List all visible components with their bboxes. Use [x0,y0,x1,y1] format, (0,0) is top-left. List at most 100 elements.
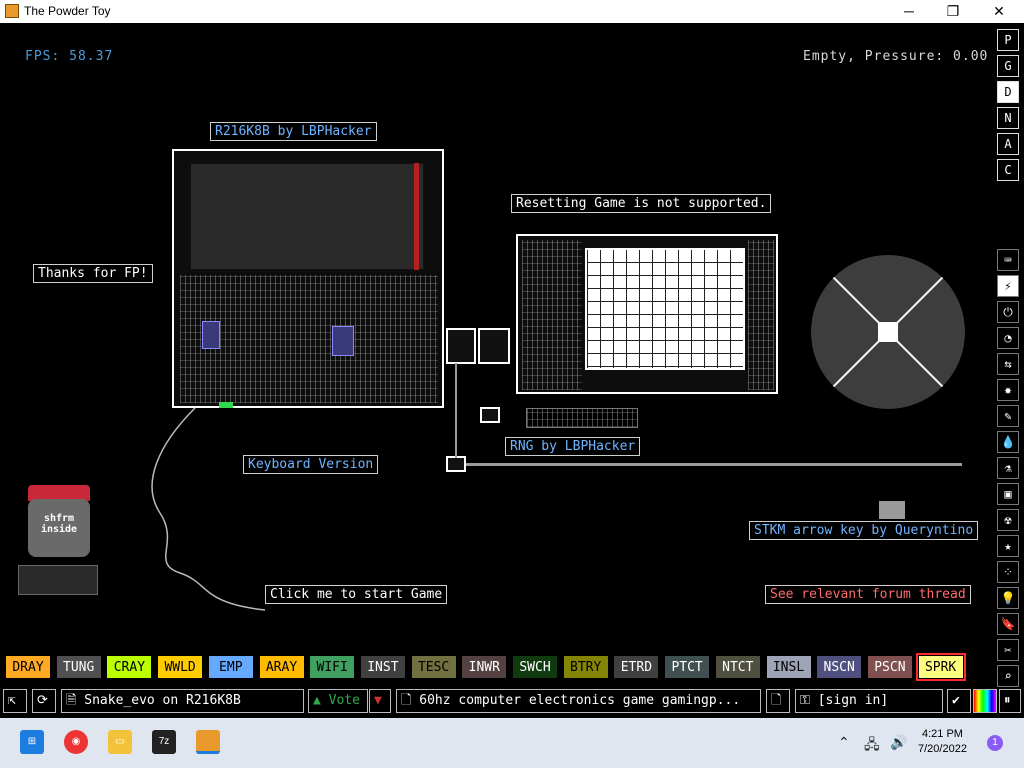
save-name: Snake_evo on R216K8B [84,693,241,708]
element-button-ntct[interactable]: NTCT [714,655,761,679]
volume-icon[interactable]: 🔊 [890,734,907,751]
chrome-icon[interactable]: ◉ [64,730,88,754]
keyboard-icon[interactable]: ⌨ [997,249,1019,271]
sign-resetting[interactable]: Resetting Game is not supported. [511,194,772,213]
menu-button-c[interactable]: C [997,159,1019,181]
menu-button-g[interactable]: G [997,55,1019,77]
bulb-icon[interactable]: 💡 [997,587,1019,609]
element-button-ptct[interactable]: PTCT [664,655,711,679]
sign-in-button[interactable]: ⚿ [sign in] [795,689,943,713]
maximize-button[interactable]: ❐ [930,0,976,23]
gauge-icon[interactable]: ◔ [997,327,1019,349]
network-icon[interactable]: 🖧 [864,734,880,758]
element-button-tesc[interactable]: TESC [410,655,457,679]
wire-horizontal [466,463,962,466]
thumbs-up-icon: ▲ [313,693,321,708]
dpad-hub [878,322,898,342]
key-icon: ⚿ [800,693,810,708]
save-name-button[interactable]: 🗎 Snake_evo on R216K8B [61,689,304,713]
stickman-figure [879,501,905,519]
vote-down-button[interactable]: ▼ [369,689,391,713]
save-tags: 60hz computer electronics game gamingp..… [419,693,741,708]
arrows-icon[interactable]: ⇆ [997,353,1019,375]
open-save-icon[interactable]: ⇱ [3,689,27,713]
element-button-etrd[interactable]: ETRD [613,655,660,679]
sign-forum-thread[interactable]: See relevant forum thread [765,585,971,604]
chevron-up-icon[interactable]: ⌃ [838,734,850,751]
settings-icon[interactable]: ✔ [947,689,971,713]
connector-node [446,328,476,364]
tools-icon[interactable]: ✂ [997,639,1019,661]
element-button-emp[interactable]: EMP [207,655,254,679]
sign-thanks[interactable]: Thanks for FP! [33,264,153,283]
explosion-icon[interactable]: ✸ [997,379,1019,401]
element-button-wwld[interactable]: WWLD [157,655,204,679]
wire-vertical [455,363,457,458]
element-button-btry[interactable]: BTRY [562,655,609,679]
r216-computer-board [172,149,444,408]
menu-button-a[interactable]: A [997,133,1019,155]
element-button-insl[interactable]: INSL [765,655,812,679]
element-button-aray[interactable]: ARAY [258,655,305,679]
window-title-bar: The Powder Toy ─ ❐ ✕ [0,0,1024,23]
windows-start-icon[interactable]: ⊞ [20,730,44,754]
notification-badge[interactable]: 1 [987,735,1003,751]
sign-in-label: [sign in] [817,693,889,708]
sign-stkm[interactable]: STKM arrow key by Queryntino [749,521,979,540]
sign-click-start[interactable]: Click me to start Game [265,585,448,604]
vote-up-button[interactable]: ▲ Vote [308,689,368,713]
sign-rng[interactable]: RNG by LBPHacker [505,437,641,456]
menu-button-p[interactable]: P [997,29,1019,51]
menu-button-n[interactable]: N [997,107,1019,129]
element-button-inst[interactable]: INST [359,655,406,679]
element-button-dray[interactable]: DRAY [5,655,51,679]
flask-icon[interactable]: ⚗ [997,457,1019,479]
7zip-icon[interactable]: 7z [152,730,176,754]
game-display-board [516,234,778,394]
tags-button[interactable]: 🗋 60hz computer electronics game gamingp… [396,689,761,713]
power-icon[interactable]: ⏻ [997,301,1019,323]
element-button-inwr[interactable]: INWR [461,655,508,679]
drop-icon[interactable]: 💧 [997,431,1019,453]
search-icon[interactable]: ⌕ [997,665,1019,687]
square-icon[interactable]: ▣ [997,483,1019,505]
menu-button-d[interactable]: D [997,81,1019,103]
new-simulation-icon[interactable]: 🗋 [766,689,790,713]
brush-icon[interactable]: ✎ [997,405,1019,427]
logo-text: shfrm inside [28,499,90,557]
sign-r216[interactable]: R216K8B by LBPHacker [210,122,377,141]
window-title: The Powder Toy [24,4,111,18]
element-button-cray[interactable]: CRAY [106,655,153,679]
cable-wire [151,407,266,611]
radiation-icon[interactable]: ☢ [997,509,1019,531]
connector-node [480,407,500,423]
file-explorer-icon[interactable]: ▭ [108,730,132,754]
r216-chip-right [332,326,354,356]
bookmark-icon[interactable]: 🔖 [997,613,1019,635]
display-mode-icon[interactable] [973,689,997,713]
fps-counter: FPS: 58.37 [25,49,114,64]
reload-icon[interactable]: ⟳ [32,689,56,713]
shfrm-inside-logo: shfrm inside [28,485,90,557]
star-icon[interactable]: ★ [997,535,1019,557]
windows-taskbar: ⊞ ◉ ▭ 7z ⌃ 🖧 🔊 4:21 PM 7/20/2022 1 [0,718,1024,768]
dots-icon[interactable]: ⁘ [997,561,1019,583]
element-button-wifi[interactable]: WIFI [309,655,356,679]
small-component [18,565,98,595]
element-button-swch[interactable]: SWCH [512,655,558,679]
display-circuit-right [748,240,774,390]
element-button-nscn[interactable]: NSCN [816,655,863,679]
simulation-canvas[interactable]: FPS: 58.37 Empty, Pressure: 0.00 R216K8B… [0,23,1024,718]
bottom-toolbar: ⇱ ⟳ 🗎 Snake_evo on R216K8B ▲ Vote ▼ 🗋 60… [0,689,1024,715]
minimize-button[interactable]: ─ [886,0,932,23]
pause-button[interactable]: ⏸ [999,689,1021,713]
r216-chip-left [202,321,220,349]
close-button[interactable]: ✕ [976,0,1022,23]
plug-icon[interactable]: ⚡ [997,275,1019,297]
powder-toy-taskbar-icon[interactable] [196,730,220,754]
system-clock[interactable]: 4:21 PM 7/20/2022 [918,727,967,757]
element-button-sprk[interactable]: SPRK [915,653,966,681]
element-button-pscn[interactable]: PSCN [866,655,913,679]
element-button-tung[interactable]: TUNG [55,655,102,679]
connector-node [478,328,510,364]
